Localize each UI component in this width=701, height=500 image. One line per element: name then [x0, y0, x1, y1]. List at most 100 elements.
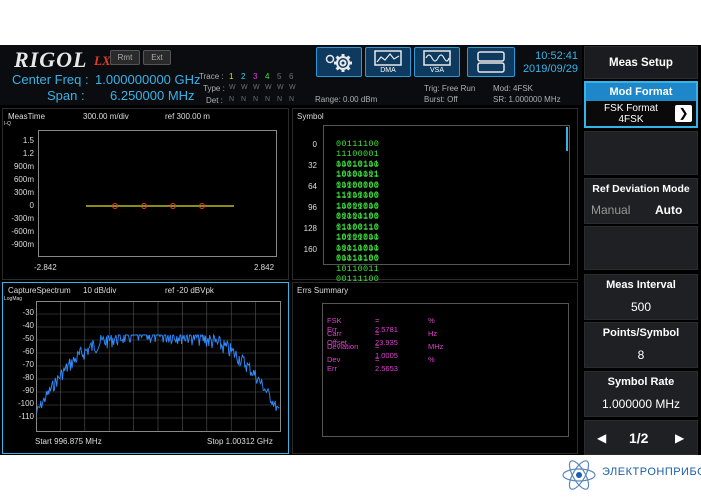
meastime-y-tick: -600m — [11, 227, 34, 236]
spectrum-y-tick: -70 — [22, 360, 34, 369]
meastime-scale: 300.00 m/div — [83, 112, 129, 121]
page-nav: ◀ 1/2 ▶ — [584, 420, 698, 455]
clock-time: 10:52:41 — [535, 50, 578, 62]
trace-type: W — [229, 84, 236, 91]
meas-setup-title: Meas Setup — [609, 57, 673, 69]
spectrum-ref: ref -20 dBVpk — [165, 286, 214, 295]
trace-detector: N — [277, 96, 283, 103]
err-unit: Hz — [428, 329, 438, 338]
span-value[interactable]: 6.250000 MHz — [110, 88, 195, 103]
symbol-row-index: 128 — [303, 224, 317, 233]
empty-softkey-1[interactable] — [584, 131, 698, 175]
spectrum-stop: Stop 1.00312 GHz — [207, 437, 273, 446]
points-symbol-softkey[interactable]: Points/Symbol 8 — [584, 322, 698, 368]
meastime-x-start: -2.842 — [34, 263, 57, 272]
symbol-rate-softkey[interactable]: Symbol Rate 1.000000 MHz — [584, 371, 698, 417]
meastime-ylabel: I-Q — [4, 121, 11, 127]
trace-number: 6 — [289, 72, 294, 81]
clock-date: 2019/09/29 — [522, 63, 578, 75]
vsa-label: VSA — [429, 67, 444, 74]
trace-detector: N — [253, 96, 259, 103]
ext-button[interactable]: Ext — [143, 50, 171, 65]
errs-table-frame — [322, 303, 569, 437]
meastime-y-tick: 300m — [13, 188, 34, 197]
spectrum-y-tick: -60 — [22, 347, 34, 356]
trace-detector: N — [241, 96, 247, 103]
symbol-row-index: 160 — [303, 245, 317, 254]
next-page-icon[interactable]: ▶ — [675, 431, 684, 445]
points-symbol-value: 8 — [637, 348, 645, 362]
center-freq-label[interactable]: Center Freq : — [12, 72, 89, 87]
det-label: Det : — [206, 96, 223, 105]
layout-button[interactable] — [467, 47, 515, 77]
symbol-rate-status: SR: 1.000000 MHz — [493, 95, 561, 104]
meastime-title: MeasTime — [8, 112, 46, 121]
range-status: Range: 0.00 dBm — [315, 95, 378, 104]
err-name: Deviation — [327, 342, 359, 351]
meastime-x-end: 2.842 — [254, 263, 275, 272]
span-label[interactable]: Span : — [47, 88, 85, 103]
trace-number: 4 — [265, 72, 270, 81]
symbol-rate-label: Symbol Rate — [607, 376, 675, 388]
meas-interval-softkey[interactable]: Meas Interval 500 — [584, 274, 698, 320]
err-unit: % — [428, 355, 435, 364]
spectrum-y-tick: -90 — [22, 386, 34, 395]
symbol-scrollbar[interactable] — [566, 127, 568, 151]
auto-option[interactable]: Auto — [655, 203, 682, 217]
symbol-row-index: 96 — [308, 203, 317, 212]
mod-format-header: Mod Format — [586, 83, 696, 101]
mod-format-label: Mod Format — [609, 86, 673, 98]
rigol-logo: RIGOL — [14, 47, 88, 72]
prev-page-icon[interactable]: ◀ — [597, 431, 606, 445]
meas-interval-value: 500 — [630, 300, 652, 314]
brand-watermark: ЭЛЕКТРОНПРИБОР — [602, 466, 701, 478]
trace-type: W — [241, 84, 248, 91]
window-layout-icon — [477, 51, 505, 73]
atom-logo-icon — [562, 460, 596, 490]
mod-format-softkey[interactable]: Mod Format FSK Format 4FSK ❯ — [584, 81, 698, 128]
empty-softkey-2[interactable] — [584, 226, 698, 270]
symbol-row-index: 32 — [308, 161, 317, 170]
spectrum-y-tick: -80 — [22, 373, 34, 382]
err-value: = 2.5653 — [375, 355, 398, 373]
spectrum-scale: 10 dB/div — [83, 286, 117, 295]
vsa-button[interactable]: VSA — [414, 47, 460, 77]
center-freq-value[interactable]: 1.000000000 GHz — [95, 72, 201, 87]
spectrum-ylabel: LogMag — [4, 296, 23, 302]
meastime-ref: ref 300.00 m — [165, 112, 210, 121]
meastime-y-tick: 600m — [13, 175, 34, 184]
points-symbol-label: Points/Symbol — [602, 327, 680, 339]
burst-status: Burst: Off — [424, 95, 458, 104]
trace-label: Trace : — [199, 72, 224, 81]
meas-interval-label: Meas Interval — [606, 279, 676, 291]
meastime-y-tick: 900m — [13, 162, 34, 171]
trace-number: 3 — [253, 72, 258, 81]
mod-status: Mod: 4FSK — [493, 84, 534, 93]
spectrum-y-tick: -50 — [22, 334, 34, 343]
spectrum-plot — [36, 301, 281, 432]
errs-title: Errs Summary — [297, 286, 349, 295]
spectrum-y-tick: -110 — [18, 412, 34, 421]
symbol-rate-value: 1.000000 MHz — [601, 397, 681, 411]
err-name: Dev Err — [327, 355, 341, 373]
trace-detector: N — [265, 96, 271, 103]
spectrum-title: CaptureSpectrum — [8, 286, 71, 295]
page-indicator: 1/2 — [629, 430, 649, 446]
meastime-plot — [38, 130, 277, 257]
spectrum-trace — [36, 333, 280, 414]
ref-deviation-mode-softkey[interactable]: Ref Deviation Mode Manual Auto — [584, 178, 698, 224]
trace-table[interactable]: 123456WWWWWWNNNNNN — [229, 72, 299, 106]
meastime-y-tick: -300m — [11, 214, 34, 223]
settings-button[interactable] — [316, 47, 362, 77]
manual-option[interactable]: Manual — [591, 203, 630, 217]
rmt-button[interactable]: Rmt — [110, 50, 140, 65]
meas-setup-header: Meas Setup — [584, 46, 698, 79]
dma-label: DMA — [380, 67, 396, 74]
meastime-y-tick: 1.2 — [22, 149, 34, 158]
type-label: Type : — [203, 84, 225, 93]
chevron-right-icon[interactable]: ❯ — [675, 105, 692, 122]
spectrum-y-tick: -40 — [22, 321, 34, 330]
err-unit: MHz — [428, 342, 444, 351]
dma-button[interactable]: DMA — [365, 47, 411, 77]
symbol-row-index: 64 — [308, 182, 317, 191]
